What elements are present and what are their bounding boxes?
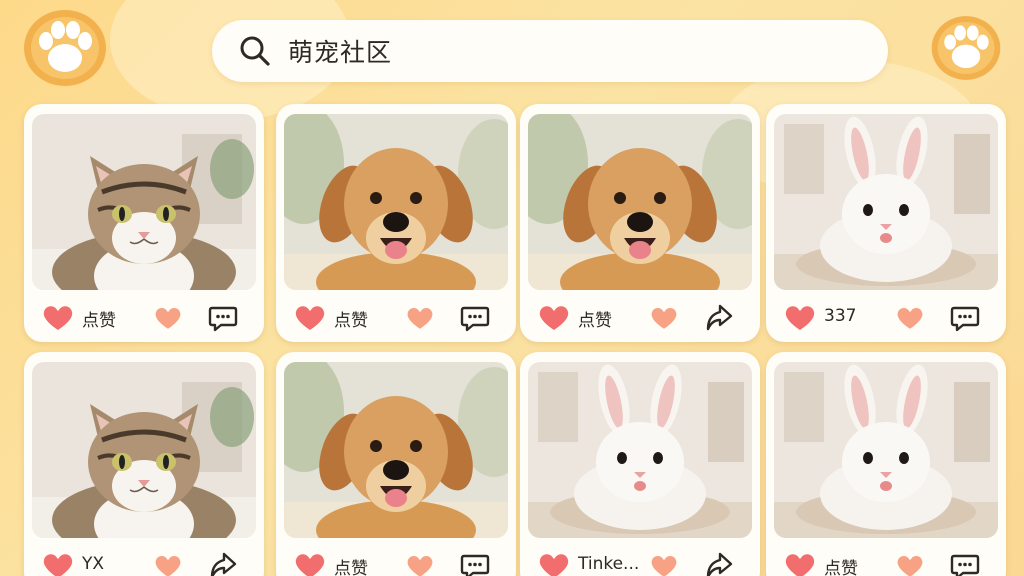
- like-label: 点赞: [334, 559, 368, 576]
- search-bar[interactable]: 萌宠社区: [212, 20, 888, 82]
- post-card[interactable]: 点赞: [276, 104, 516, 342]
- heart-icon[interactable]: [650, 554, 678, 576]
- like-label: 点赞: [824, 559, 858, 576]
- like-label: Tinke...: [578, 554, 640, 574]
- like-label: 点赞: [334, 311, 368, 331]
- dog-photo[interactable]: [284, 362, 508, 538]
- post-actions: 337: [766, 294, 1006, 340]
- search-icon[interactable]: [238, 33, 274, 69]
- rabbit-photo[interactable]: [774, 362, 998, 538]
- heart-icon[interactable]: [42, 304, 74, 332]
- like-label: YX: [82, 554, 105, 574]
- comment-icon[interactable]: [950, 551, 980, 576]
- post-actions: 点赞: [276, 542, 516, 576]
- paw-icon: [930, 14, 1002, 82]
- rabbit-photo[interactable]: [528, 362, 752, 538]
- paw-icon: [22, 8, 108, 88]
- comment-icon[interactable]: [208, 303, 238, 333]
- share-icon[interactable]: [704, 551, 734, 576]
- dog-photo[interactable]: [284, 114, 508, 290]
- comment-icon[interactable]: [460, 303, 490, 333]
- post-card[interactable]: 点赞: [766, 352, 1006, 576]
- heart-icon[interactable]: [294, 304, 326, 332]
- post-actions: Tinke...: [520, 542, 760, 576]
- rabbit-photo[interactable]: [774, 114, 998, 290]
- heart-icon[interactable]: [650, 306, 678, 331]
- share-icon[interactable]: [208, 551, 238, 576]
- heart-icon[interactable]: [294, 552, 326, 576]
- search-input[interactable]: 萌宠社区: [288, 33, 392, 69]
- heart-icon[interactable]: [406, 306, 434, 331]
- post-card[interactable]: 点赞: [276, 352, 516, 576]
- cat-photo[interactable]: [32, 362, 256, 538]
- like-label: 点赞: [82, 311, 116, 331]
- heart-icon[interactable]: [406, 554, 434, 576]
- like-label: 点赞: [578, 311, 612, 331]
- dog-photo[interactable]: [528, 114, 752, 290]
- heart-icon[interactable]: [154, 306, 182, 331]
- heart-icon[interactable]: [784, 304, 816, 332]
- comment-icon[interactable]: [950, 303, 980, 333]
- post-card[interactable]: 点赞: [24, 104, 264, 342]
- like-label: 337: [824, 306, 857, 326]
- heart-icon[interactable]: [538, 304, 570, 332]
- heart-icon[interactable]: [896, 306, 924, 331]
- post-actions: 点赞: [520, 294, 760, 340]
- post-actions: 点赞: [24, 294, 264, 340]
- post-card[interactable]: Tinke...: [520, 352, 760, 576]
- heart-icon[interactable]: [896, 554, 924, 576]
- heart-icon[interactable]: [784, 552, 816, 576]
- heart-icon[interactable]: [538, 552, 570, 576]
- post-grid: 点赞 点赞 点赞 337 YX 点赞 Tinke... 点赞: [24, 104, 1006, 576]
- heart-icon[interactable]: [154, 554, 182, 576]
- post-card[interactable]: 337: [766, 104, 1006, 342]
- post-card[interactable]: 点赞: [520, 104, 760, 342]
- post-actions: YX: [24, 542, 264, 576]
- comment-icon[interactable]: [460, 551, 490, 576]
- cat-photo[interactable]: [32, 114, 256, 290]
- share-icon[interactable]: [704, 303, 734, 333]
- post-actions: 点赞: [766, 542, 1006, 576]
- post-actions: 点赞: [276, 294, 516, 340]
- heart-icon[interactable]: [42, 552, 74, 576]
- post-card[interactable]: YX: [24, 352, 264, 576]
